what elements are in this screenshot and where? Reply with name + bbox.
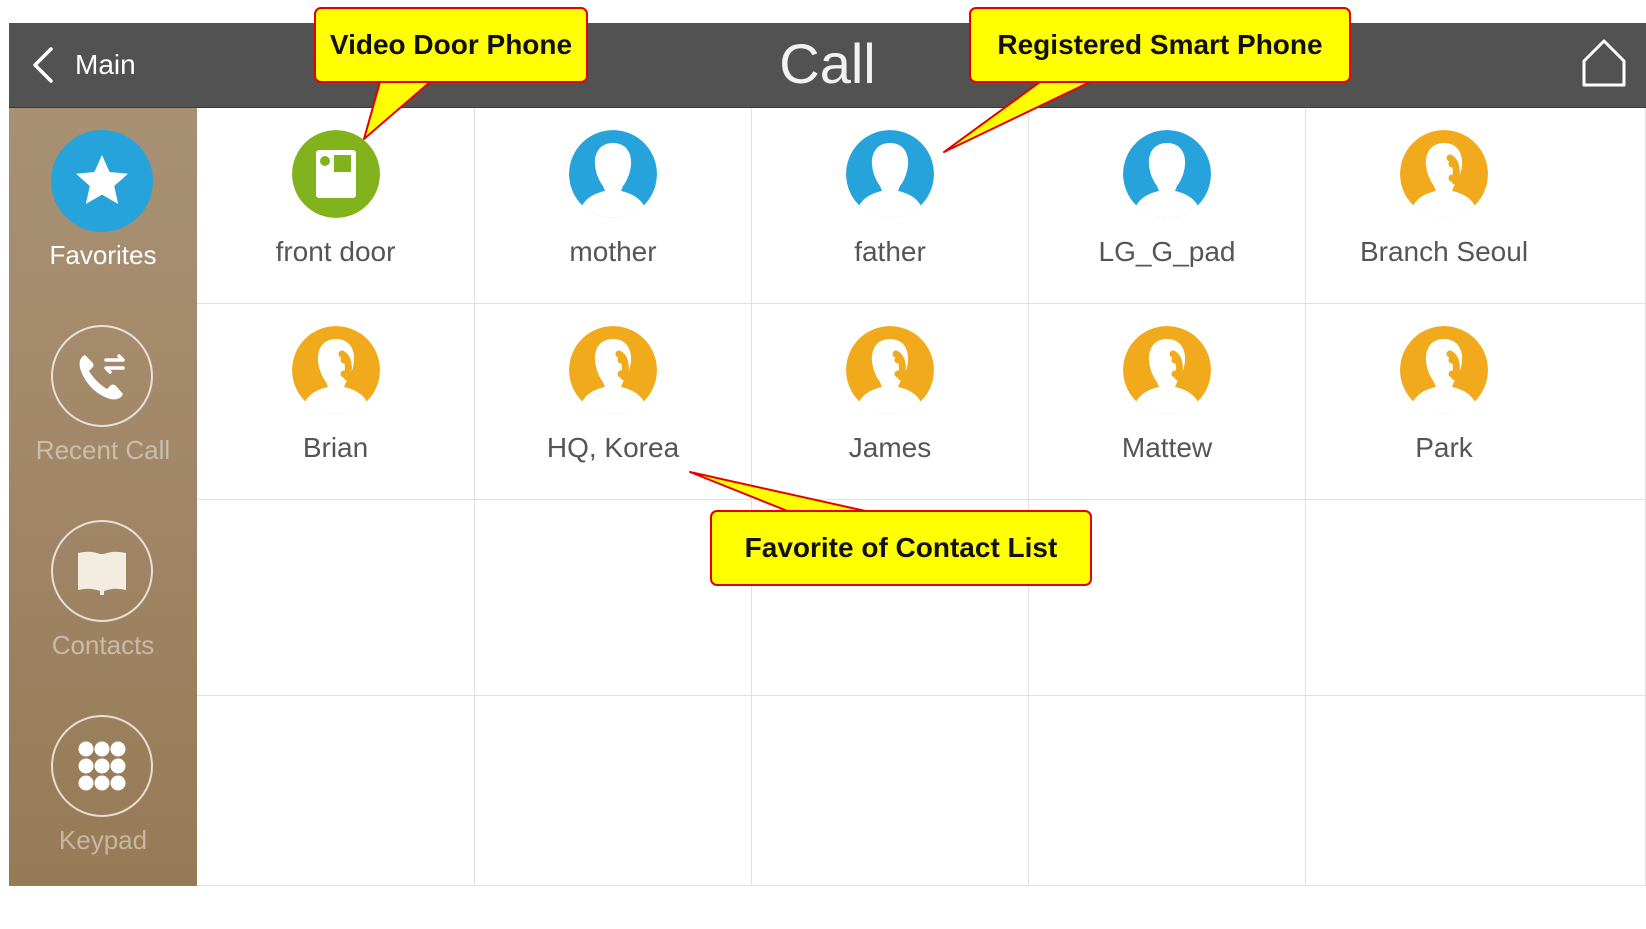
back-label: Main [75, 49, 136, 80]
person-phone-icon [291, 326, 380, 414]
keypad-dots-icon [51, 715, 153, 817]
sidebar-item-label: Contacts [51, 630, 155, 660]
person-phone-icon [846, 326, 934, 414]
contact-tile[interactable]: Mattew [1029, 304, 1306, 500]
contact-tile[interactable]: front door [197, 108, 475, 304]
page-title: Call [779, 32, 876, 95]
back-button[interactable]: Main [31, 37, 136, 93]
person-phone-icon [1400, 130, 1488, 218]
favorite-contact-list-callout: Favorite of Contact List [710, 510, 1092, 586]
sidebar-item-label: Keypad [58, 825, 148, 855]
sidebar-item-recent-call[interactable]: Recent Call [9, 303, 197, 493]
person-icon [846, 130, 934, 218]
top-bar: Main Call [9, 23, 1646, 108]
empty-tile [1306, 696, 1646, 886]
registered-smart-phone-callout: Registered Smart Phone [969, 7, 1351, 83]
sidebar-item-keypad[interactable]: Keypad [9, 693, 197, 883]
contact-tile[interactable]: HQ, Korea [475, 304, 752, 500]
call-screen: Main Call Favorites Recent Call Contacts Ke… [9, 23, 1646, 886]
empty-tile [752, 696, 1029, 886]
chevron-left-icon [33, 47, 53, 83]
video-door-phone-callout: Video Door Phone [314, 7, 588, 83]
book-icon [51, 520, 153, 622]
sidebar-item-favorites[interactable]: Favorites [9, 108, 197, 298]
contact-tile[interactable]: mother [475, 108, 752, 304]
sidebar-item-contacts[interactable]: Contacts [9, 498, 197, 688]
person-icon [569, 130, 657, 218]
contact-name: LG_G_pad [1098, 236, 1236, 267]
contact-name: Brian [302, 432, 369, 463]
sidebar: Favorites Recent Call Contacts Keypad [9, 108, 197, 886]
star-icon [51, 130, 153, 232]
contact-tile[interactable]: Brian [197, 304, 475, 500]
contact-name: front door [275, 236, 396, 267]
sidebar-item-label: Favorites [49, 240, 157, 270]
contact-name: Mattew [1121, 432, 1213, 463]
person-icon [1123, 130, 1211, 218]
contact-tile[interactable]: LG_G_pad [1029, 108, 1306, 304]
empty-tile [197, 696, 475, 886]
contact-tile[interactable]: Branch Seoul [1306, 108, 1646, 304]
favorites-grid: front door mother father LG_G_pad Branch Seo… [197, 108, 1646, 886]
contact-tile[interactable]: father [752, 108, 1029, 304]
contact-name: mother [569, 236, 657, 267]
person-phone-icon [569, 326, 657, 414]
contact-tile[interactable]: James [752, 304, 1029, 500]
contact-name: Park [1415, 432, 1473, 463]
person-phone-icon [1123, 326, 1211, 414]
phone-transfer-icon [51, 325, 153, 427]
home-icon [1582, 39, 1626, 87]
home-button[interactable] [1580, 37, 1628, 89]
sidebar-item-label: Recent Call [35, 435, 171, 465]
empty-tile [475, 696, 752, 886]
empty-tile [197, 500, 475, 696]
person-phone-icon [1400, 326, 1488, 414]
empty-tile [1306, 500, 1646, 696]
door-phone-icon [291, 130, 380, 218]
contact-name: James [848, 432, 932, 463]
empty-tile [1029, 696, 1306, 886]
contact-name: Branch Seoul [1359, 236, 1529, 267]
contact-name: father [854, 236, 926, 267]
contact-name: HQ, Korea [546, 432, 680, 463]
contact-tile[interactable]: Park [1306, 304, 1646, 500]
